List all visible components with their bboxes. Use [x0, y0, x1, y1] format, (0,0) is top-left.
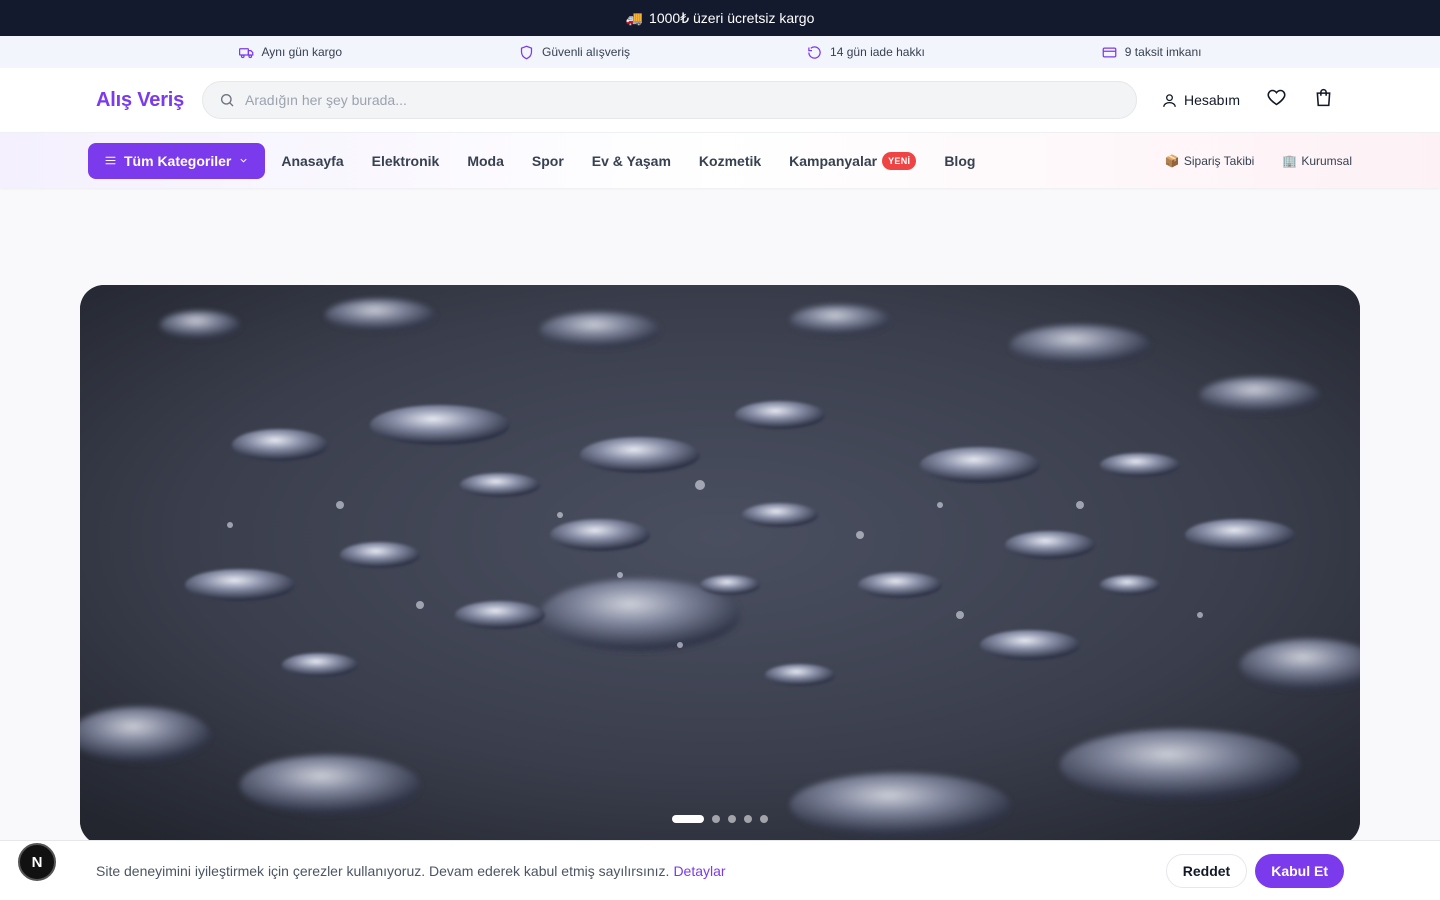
reject-button[interactable]: Reddet: [1165, 853, 1248, 888]
nav-link-sports[interactable]: Spor: [532, 153, 564, 169]
all-categories-button[interactable]: Tüm Kategoriler: [88, 142, 266, 179]
corporate-label: Kurumsal: [1301, 153, 1352, 168]
feature-label: 9 taksit imkanı: [1124, 45, 1202, 59]
feature-label: 14 gün iade hakkı: [830, 45, 925, 59]
nav-link-home[interactable]: Anasayfa: [281, 153, 343, 169]
promo-text: 1000₺ üzeri ücretsiz kargo: [649, 9, 815, 26]
slider-dot[interactable]: [760, 815, 768, 823]
nav-link-fashion[interactable]: Moda: [467, 153, 504, 169]
nav-link-campaigns[interactable]: Kampanyalar YENİ: [789, 151, 917, 170]
menu-icon: [105, 156, 116, 165]
chevron-down-icon: [240, 158, 247, 163]
site-logo[interactable]: Alış Veriş: [96, 89, 188, 112]
order-tracking-label: Sipariş Takibi: [1183, 153, 1255, 168]
shield-icon: [520, 45, 533, 59]
slider-dots: [672, 815, 768, 823]
new-badge: YENİ: [882, 151, 917, 170]
hero-slider[interactable]: [80, 285, 1360, 845]
building-icon: 🏢: [1282, 153, 1298, 168]
search-icon: [221, 94, 234, 107]
feature-installment: 9 taksit imkanı: [1102, 45, 1202, 60]
search-input[interactable]: [245, 92, 1120, 108]
order-tracking-link[interactable]: 📦 Sipariş Takibi: [1165, 154, 1254, 168]
feature-same-day: Aynı gün kargo: [238, 45, 343, 60]
cookie-details-link[interactable]: Detaylar: [673, 863, 725, 879]
corporate-link[interactable]: 🏢 Kurumsal: [1282, 154, 1352, 168]
nav-link-cosmetics[interactable]: Kozmetik: [699, 153, 761, 169]
nav-links: Anasayfa Elektronik Moda Spor Ev & Yaşam…: [281, 151, 975, 170]
account-button[interactable]: Hesabım: [1161, 92, 1240, 109]
header-actions: Hesabım: [1161, 87, 1344, 113]
dev-tools-badge[interactable]: N: [18, 843, 56, 881]
nav-link-electronics[interactable]: Elektronik: [372, 153, 440, 169]
truck-icon: [238, 47, 253, 58]
nav-link-home-living[interactable]: Ev & Yaşam: [592, 153, 671, 169]
promo-bar: 🚚 1000₺ üzeri ücretsiz kargo: [0, 0, 1440, 36]
search-bar[interactable]: [202, 81, 1137, 119]
shopping-bag-icon: [1316, 88, 1331, 107]
cookie-actions: Reddet Kabul Et: [1165, 853, 1344, 888]
feature-bar: Aynı gün kargo Güvenli alışveriş 14 gün …: [0, 36, 1440, 68]
wishlist-button[interactable]: [1266, 87, 1287, 113]
feature-secure: Güvenli alışveriş: [519, 45, 630, 60]
heart-icon: [1267, 89, 1286, 106]
hero-image: [80, 285, 1360, 845]
feature-label: Aynı gün kargo: [261, 45, 343, 59]
nav-secondary: 📦 Sipariş Takibi 🏢 Kurumsal: [1165, 154, 1352, 168]
cookie-banner: Site deneyimini iyileştirmek için çerezl…: [0, 840, 1440, 900]
slider-dot[interactable]: [712, 815, 720, 823]
feature-label: Güvenli alışveriş: [542, 45, 631, 59]
return-icon: [808, 45, 821, 59]
slider-dot[interactable]: [744, 815, 752, 823]
slider-dot[interactable]: [672, 815, 704, 823]
account-label: Hesabım: [1183, 92, 1240, 108]
accept-button[interactable]: Kabul Et: [1255, 853, 1344, 888]
slider-dot[interactable]: [728, 815, 736, 823]
cart-button[interactable]: [1313, 87, 1334, 113]
package-icon: 📦: [1164, 153, 1180, 168]
cookie-message: Site deneyimini iyileştirmek için çerezl…: [96, 862, 670, 879]
categories-label: Tüm Kategoriler: [124, 152, 232, 169]
main-nav: Tüm Kategoriler Anasayfa Elektronik Moda…: [0, 132, 1440, 188]
user-icon: [1163, 93, 1176, 107]
header: Alış Veriş Hesabım: [0, 68, 1440, 132]
truck-icon: 🚚: [625, 9, 644, 26]
campaigns-label: Kampanyalar: [789, 152, 878, 169]
feature-return: 14 gün iade hakkı: [807, 45, 925, 60]
card-icon: [1102, 47, 1117, 57]
nav-link-blog[interactable]: Blog: [944, 153, 975, 169]
